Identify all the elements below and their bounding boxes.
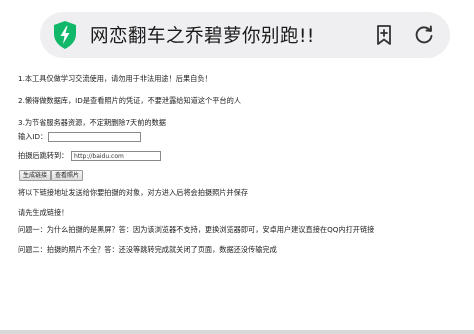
share-hint: 将以下链接地址发送给你要拍摄的对象，对方进入后将会拍摄照片并保存	[18, 188, 249, 197]
notice-2: 2.懒得做数据库，ID是查看照片的凭证，不要泄露给知道这个平台的人	[18, 96, 241, 105]
faq-2: 问题二：拍摄的照片不全？答：还没等跳转完成就关闭了页面，数据还没传输完成	[18, 245, 277, 254]
bookmark-add-icon[interactable]	[372, 23, 396, 47]
refresh-icon[interactable]	[412, 23, 436, 47]
redirect-label: 拍摄后跳转到：	[18, 151, 69, 160]
bottom-divider	[0, 330, 474, 334]
id-input[interactable]	[48, 132, 141, 142]
notice-3: 3.为节省服务器资源，不定期删除7天前的数据	[18, 118, 166, 127]
id-label: 输入ID：	[18, 132, 48, 141]
generate-link-button[interactable]: 生成链接	[19, 170, 52, 181]
shield-icon	[48, 18, 82, 52]
address-bar[interactable]: 网恋翻车之乔碧萝你别跑!!	[40, 12, 450, 58]
redirect-url-input[interactable]: http://baidu.com	[71, 151, 161, 161]
generate-prompt: 请先生成链接！	[18, 208, 69, 217]
browser-top-bar: 网恋翻车之乔碧萝你别跑!!	[0, 0, 474, 64]
notice-1: 1.本工具仅做学习交流使用，请勿用于非法用途！后果自负！	[18, 74, 212, 83]
faq-1: 问题一：为什么拍摄的是黑屏？答：因为该浏览器不支持，更换浏览器即可，安卓用户建议…	[18, 225, 375, 234]
view-photos-button[interactable]: 查看照片	[51, 170, 84, 181]
page-title: 网恋翻车之乔碧萝你别跑!!	[90, 26, 315, 47]
